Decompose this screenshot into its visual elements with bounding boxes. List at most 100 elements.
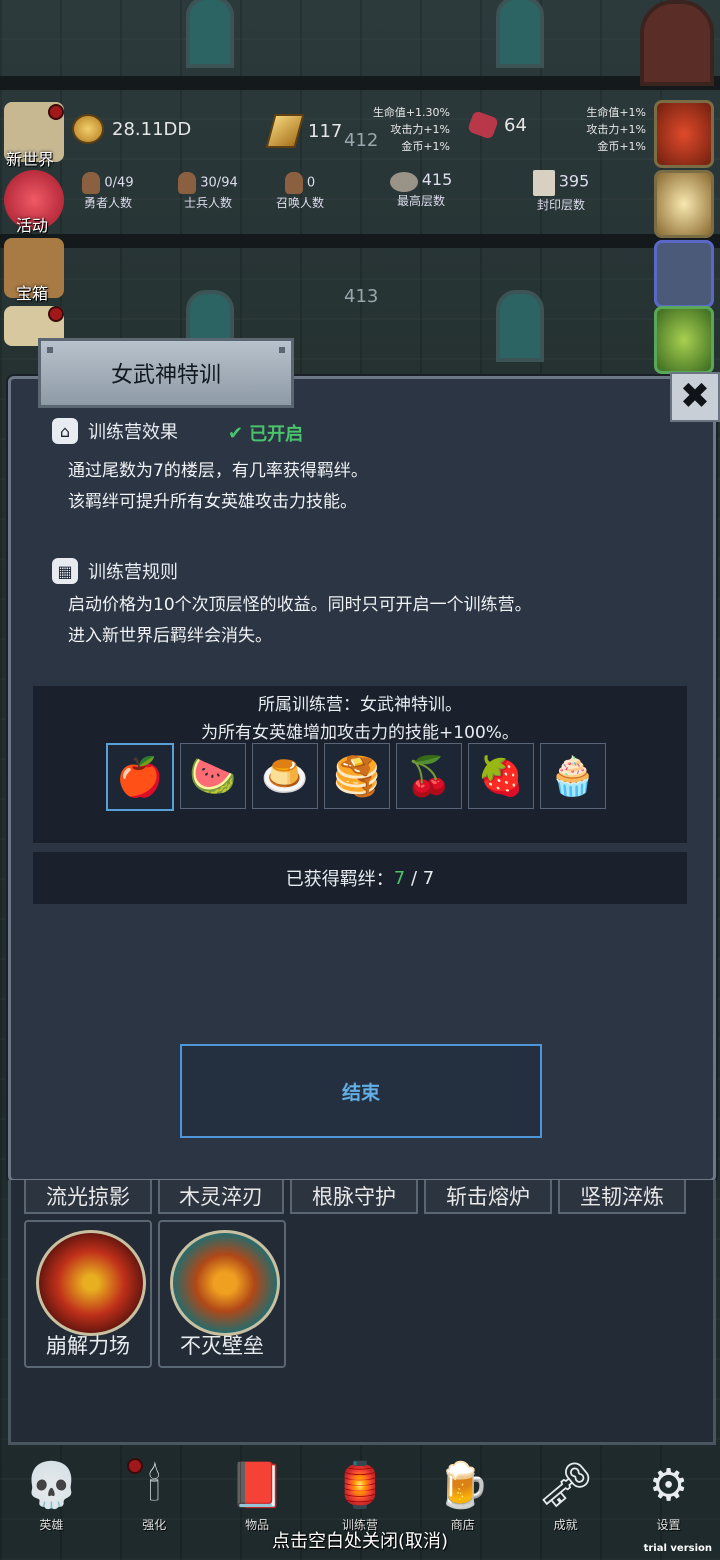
dungeon-window	[496, 0, 544, 68]
camp-bonus: 为所有女英雄增加攻击力的技能+100%。	[201, 723, 519, 743]
soldier-icon	[178, 172, 197, 194]
stat-label: 士兵人数	[183, 196, 232, 210]
new-world-label: 新世界	[6, 150, 55, 169]
description-line: 通过尾数为7的楼层，有几率获得羁绊。	[68, 461, 368, 481]
buff-line: 攻击力+1%	[390, 123, 450, 136]
scroll-icon	[532, 170, 555, 196]
stat-value: 30/94	[200, 175, 238, 191]
activity-label: 活动	[16, 216, 49, 235]
camp-name: 所属训练营：女武神特训。	[258, 695, 462, 715]
item-glyph: 🍮	[261, 753, 309, 798]
skill-tab[interactable]: 根脉守护	[290, 1180, 418, 1214]
stat-label: 封印层数	[536, 198, 585, 212]
strawberry-icon[interactable]: 🍓	[468, 743, 534, 809]
undying-barrier-icon	[170, 1230, 280, 1336]
cherry-icon[interactable]: 🍒	[396, 743, 462, 809]
status-badge: ✔ 已开启	[228, 420, 303, 446]
dungeon-door	[640, 0, 714, 86]
house-icon: ⌂	[52, 418, 78, 444]
soldier-count: 30/94 士兵人数	[166, 172, 250, 211]
gold-bar-icon	[265, 114, 305, 148]
stat-label: 召唤人数	[275, 196, 324, 210]
dungeon-window	[186, 0, 234, 68]
notification-dot	[48, 104, 64, 120]
description-line: 启动价格为10个次顶层怪的收益。同时只可开启一个训练营。	[68, 595, 532, 615]
buff-line: 生命值+1%	[586, 106, 646, 119]
summon-count: 0 召唤人数	[268, 172, 332, 211]
skill-tab[interactable]: 木灵淬刃	[158, 1180, 284, 1214]
floor-divider	[0, 76, 720, 90]
watermelon-icon[interactable]: 🍉	[180, 743, 246, 809]
floor-number: 413	[344, 286, 379, 307]
end-button-label: 结束	[341, 1081, 380, 1104]
effect-description: 通过尾数为7的楼层，有几率获得羁绊。 该羁绊可提升所有女英雄攻击力技能。	[68, 456, 368, 518]
floor-divider	[0, 234, 720, 248]
buff-list-right: 生命值+1% 攻击力+1% 金币+1%	[560, 104, 646, 155]
cupcake-icon[interactable]: 🧁	[540, 743, 606, 809]
candle-item-icon[interactable]	[654, 170, 714, 238]
bond-item-list: 🍎 🍉 🍮 🥞 🍒 🍓 🧁	[106, 743, 606, 811]
item-glyph: 🍒	[405, 753, 453, 798]
skill-card[interactable]: 崩解力场	[24, 1220, 152, 1368]
stat-value: 415	[421, 170, 453, 189]
collapse-field-icon	[36, 1230, 146, 1336]
status-text: 已开启	[249, 424, 304, 445]
rock-icon	[389, 171, 418, 192]
card-item-icon[interactable]	[654, 240, 714, 308]
stat-value: 0	[306, 175, 316, 191]
bond-label: 已获得羁绊：	[285, 869, 394, 890]
item-glyph: 🥞	[333, 753, 381, 798]
item-glyph: 🍉	[189, 753, 237, 798]
summoner-icon	[284, 172, 303, 194]
key-icon: 🗝	[537, 1460, 594, 1511]
bar-value: 117	[308, 120, 343, 142]
item-glyph: 🧁	[549, 753, 597, 798]
grid-icon: ▦	[52, 558, 78, 584]
lantern-icon: 🏮	[332, 1460, 388, 1511]
bond-progress: 已获得羁绊： 7 / 7	[33, 852, 687, 904]
gear-icon: ⚙	[648, 1459, 689, 1511]
skull-icon: 💀	[24, 1460, 79, 1511]
pancake-icon[interactable]: 🥞	[324, 743, 390, 809]
stat-value: 395	[558, 171, 590, 191]
modal-title-text: 女武神特训	[110, 363, 221, 388]
buff-line: 金币+1%	[401, 140, 450, 153]
hero-count: 0/49 勇者人数	[68, 172, 148, 211]
buff-list-left: 生命值+1.30% 攻击力+1% 金币+1%	[360, 104, 450, 155]
close-hint[interactable]: 点击空白处关闭(取消)	[0, 1527, 720, 1553]
skill-card-label: 崩解力场	[46, 1334, 130, 1358]
coin-icon	[72, 114, 104, 144]
pudding-icon[interactable]: 🍮	[252, 743, 318, 809]
gem-icon	[467, 110, 499, 140]
slime-item-icon[interactable]	[654, 306, 714, 374]
notification-dot	[48, 306, 64, 322]
bond-separator: /	[405, 867, 423, 889]
mug-icon: 🍺	[435, 1460, 491, 1511]
skill-tab[interactable]: 流光掠影	[24, 1180, 152, 1214]
gem-counter: 64	[467, 110, 527, 140]
sealed-floor: 395 封印层数	[516, 170, 606, 213]
checkmark-icon: ✔	[228, 422, 244, 444]
stat-value: 0/49	[104, 175, 134, 191]
rules-heading: ▦ 训练营规则	[52, 558, 178, 584]
trial-watermark: trial version	[643, 1543, 712, 1554]
stat-label: 勇者人数	[83, 196, 132, 210]
bond-current: 7	[393, 867, 406, 889]
buff-line: 金币+1%	[597, 140, 646, 153]
coin-counter: 28.11DD	[72, 114, 191, 144]
skill-tab[interactable]: 斩击熔炉	[424, 1180, 552, 1214]
coin-value: 28.11DD	[112, 118, 192, 140]
skill-card[interactable]: 不灭壁垒	[158, 1220, 286, 1368]
buff-line: 生命值+1.30%	[372, 106, 450, 119]
rules-heading-text: 训练营规则	[88, 562, 178, 583]
gem-value: 64	[504, 114, 527, 136]
skill-tab[interactable]: 坚韧淬炼	[558, 1180, 686, 1214]
apple-icon[interactable]: 🍎	[106, 743, 174, 811]
description-line: 该羁绊可提升所有女英雄攻击力技能。	[68, 492, 357, 512]
apple-item-icon[interactable]	[654, 100, 714, 168]
dungeon-window	[496, 290, 544, 362]
close-button[interactable]: ✖	[670, 372, 720, 422]
hero-icon	[82, 172, 101, 194]
effect-heading-text: 训练营效果	[88, 422, 178, 443]
end-button[interactable]: 结束	[180, 1044, 542, 1138]
